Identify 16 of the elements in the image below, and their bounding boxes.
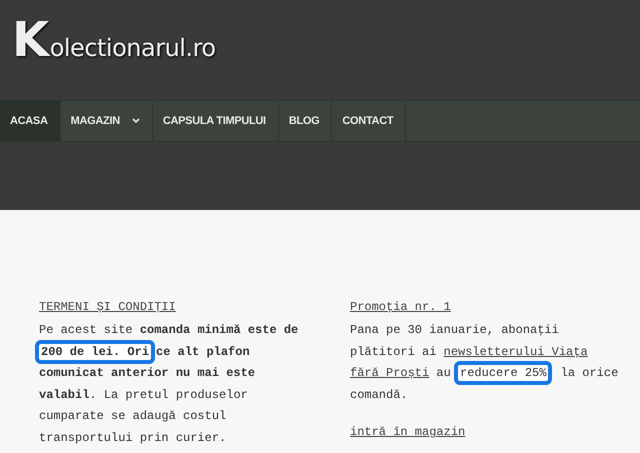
highlight-frame: reducere 25% <box>458 365 548 381</box>
chevron-down-icon <box>132 118 140 124</box>
highlight-frame: 200 de lei. Ori <box>39 344 152 360</box>
newsletter-link[interactable]: newsletterului Viața <box>444 344 588 358</box>
paragraph: Pana pe 30 ianuarie, abonații plătitori ai newsletterului Viața fără Proști au reducere 25% la orice comandă. <box>350 322 620 404</box>
site-logo[interactable]: Kolectionarul.ro <box>12 18 216 62</box>
newsletter-link[interactable]: fără Proști <box>350 366 430 380</box>
shop-link[interactable]: intră în magazin <box>350 425 466 439</box>
nav-item[interactable]: CONTACT <box>332 101 406 141</box>
nav-item[interactable]: BLOG <box>278 101 332 141</box>
section-heading-link[interactable]: TERMENI ȘI CONDIȚII <box>39 298 176 316</box>
nav-item[interactable]: ACASA <box>0 101 61 141</box>
paragraph: Pe acest site comanda minimă este de 200 de lei. Ori ce alt plafon comunicat anterior nu mai este valabil. La pretul produselor cumparate se adaugă costul transportului prin curier. <box>39 322 300 446</box>
nav-item[interactable]: MAGAZIN <box>60 101 153 141</box>
nav-item[interactable]: CAPSULA TIMPULUI <box>152 101 279 141</box>
section-heading-link[interactable]: Promoția nr. 1 <box>350 298 451 316</box>
